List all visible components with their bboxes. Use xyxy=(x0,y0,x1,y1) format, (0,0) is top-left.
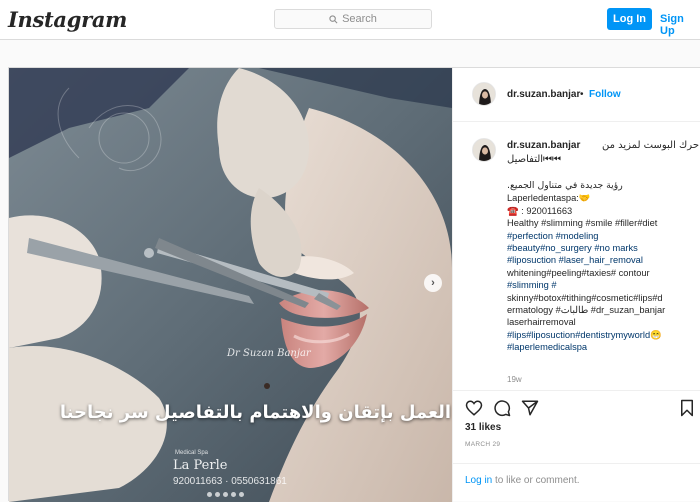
caption-username[interactable]: dr.suzan.banjar xyxy=(507,140,580,151)
separator-dot: • xyxy=(580,89,584,100)
search-placeholder: Search xyxy=(342,13,377,25)
brand-watermark: La Perle xyxy=(173,458,228,473)
carousel-dot xyxy=(231,492,236,497)
caption-line: رؤية جديدة في متناول الجميع. xyxy=(507,180,623,191)
login-button[interactable]: Log In xyxy=(607,8,652,30)
comment-icon[interactable] xyxy=(493,399,511,417)
carousel-dot xyxy=(207,492,212,497)
comment-prompt-text: to like or comment. xyxy=(492,475,580,486)
carousel-dot xyxy=(239,492,244,497)
post-media: Dr Suzan Banjar العمل بإتقان والاهتمام ب… xyxy=(9,68,452,502)
instagram-logo[interactable]: Instagram xyxy=(8,7,127,32)
post-author-username[interactable]: dr.suzan.banjar xyxy=(507,89,580,100)
caption-line: ermatology #طالبات #dr_suzan_banjar xyxy=(507,304,666,315)
post-date: MARCH 29 xyxy=(465,441,501,448)
caption-text: رؤية جديدة في متناول الجميع. Laperledent… xyxy=(507,180,699,353)
hashtag-line[interactable]: #perfection #modeling xyxy=(507,230,699,242)
caption-line: whitening#peeling#taxies# contour xyxy=(507,267,650,278)
heart-icon[interactable] xyxy=(465,399,483,417)
post-age: 19w xyxy=(507,375,522,384)
post-photo xyxy=(9,68,452,502)
bookmark-icon[interactable] xyxy=(678,399,696,417)
search-input[interactable]: Search xyxy=(274,9,432,29)
caption-second-line: التفاصيل⏮⏮ xyxy=(507,154,562,165)
carousel-indicator xyxy=(207,492,244,497)
caption-line: Healthy #slimming #smile #filler#diet xyxy=(507,218,658,229)
search-icon xyxy=(329,14,338,23)
hashtag-line[interactable]: #lips#liposuction#dentistrymyworld😁 xyxy=(507,329,699,341)
post-sidebar: dr.suzan.banjar • Follow dr.suzan.banjar… xyxy=(452,68,700,502)
post-actions xyxy=(453,390,700,448)
phone-watermark: 920011663 · 0550631861 xyxy=(173,476,287,487)
overlay-caption-text: العمل بإتقان والاهتمام بالتفاصيل سر نجاح… xyxy=(59,402,452,423)
chevron-right-icon[interactable]: › xyxy=(424,274,442,292)
login-link[interactable]: Log in xyxy=(465,475,492,486)
caption-line: skinny#botox#tithing#cosmetic#lips#d xyxy=(507,292,663,303)
signup-link[interactable]: Sign Up xyxy=(660,13,700,37)
hashtag-line[interactable]: #beauty#no_surgery #no marks xyxy=(507,242,699,254)
carousel-dot xyxy=(223,492,228,497)
brand-subtitle: Medical Spa xyxy=(175,450,209,456)
caption-line: Laperledentaspa:🤝 xyxy=(507,193,591,204)
avatar[interactable] xyxy=(472,138,496,162)
caption-first-line: حرك البوست لمزيد من xyxy=(601,140,699,151)
caption-line: laserhairremoval xyxy=(507,317,576,328)
hashtag-line[interactable]: #slimming # xyxy=(507,279,699,291)
hashtag-line[interactable]: #liposuction #laser_hair_removal xyxy=(507,254,699,266)
post-header: dr.suzan.banjar • Follow xyxy=(453,68,700,122)
avatar[interactable] xyxy=(472,82,496,106)
signature-watermark: Dr Suzan Banjar xyxy=(227,348,311,359)
top-navigation-bar: Instagram Search Log In Sign Up xyxy=(0,0,700,40)
comment-prompt: Log in to like or comment. xyxy=(453,463,700,502)
hashtag-line[interactable]: #laperlemedicalspa xyxy=(507,341,699,353)
share-icon[interactable] xyxy=(521,399,539,417)
post-card: Dr Suzan Banjar العمل بإتقان والاهتمام ب… xyxy=(8,67,700,502)
follow-button[interactable]: Follow xyxy=(589,89,621,100)
likes-count[interactable]: 31 likes xyxy=(465,422,501,433)
caption-line: ☎️ : 920011663 xyxy=(507,205,573,216)
carousel-dot xyxy=(215,492,220,497)
